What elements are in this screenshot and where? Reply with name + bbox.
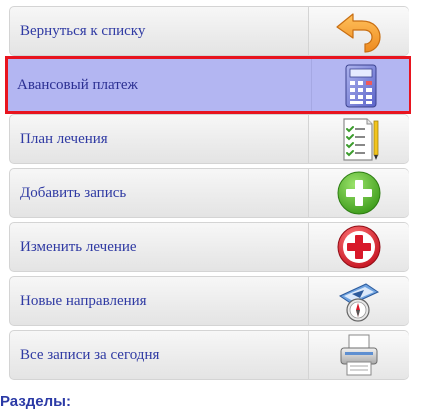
menu-item-edit-treatment[interactable]: Изменить лечение	[9, 222, 409, 272]
menu-item-label: Изменить лечение	[20, 239, 137, 255]
back-arrow-icon	[336, 13, 381, 53]
menu-item-new-referrals[interactable]: Новые направления	[9, 276, 409, 326]
menu-item-icon-cell[interactable]	[308, 7, 409, 55]
red-plus-icon	[337, 225, 381, 269]
menu-item-treatment-plan[interactable]: План лечения	[9, 114, 409, 164]
menu-item-icon-cell[interactable]	[308, 223, 409, 271]
menu-item-label: План лечения	[20, 131, 108, 147]
compass-icon	[338, 283, 380, 322]
menu-item-icon-cell[interactable]	[311, 59, 409, 111]
menu-item-back-to-list[interactable]: Вернуться к списку	[9, 6, 409, 56]
menu-item-label: Добавить запись	[20, 185, 127, 201]
plus-icon	[337, 171, 381, 215]
menu-item-label: Все записи за сегодня	[20, 347, 160, 363]
menu-item-advance-payment[interactable]: Авансовый платеж	[5, 56, 411, 114]
menu-item-add-record[interactable]: Добавить запись	[9, 168, 409, 218]
menu-item-icon-cell[interactable]	[308, 331, 409, 379]
sections-heading: Разделы:	[0, 393, 71, 410]
calculator-icon	[345, 64, 377, 108]
menu-item-label: Вернуться к списку	[20, 23, 146, 39]
menu-item-icon-cell[interactable]	[308, 169, 409, 217]
menu-item-label: Авансовый платеж	[17, 77, 138, 93]
menu-item-todays-records[interactable]: Все записи за сегодня	[9, 330, 409, 380]
menu-item-icon-cell[interactable]	[308, 277, 409, 325]
checklist-icon	[343, 118, 379, 161]
menu-item-label: Новые направления	[20, 293, 147, 309]
menu-item-icon-cell[interactable]	[308, 115, 409, 163]
printer-icon	[340, 334, 378, 376]
